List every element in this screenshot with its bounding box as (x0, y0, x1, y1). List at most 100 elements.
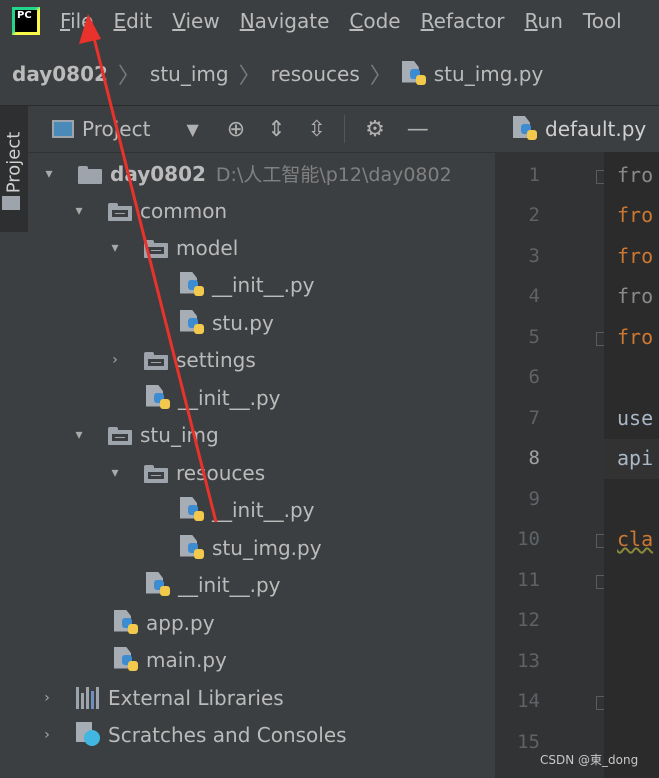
chevron-right-icon[interactable]: › (36, 690, 58, 706)
hide-icon[interactable]: — (407, 117, 429, 142)
line-number: 2 (528, 204, 540, 226)
line-number: 5 (528, 326, 540, 348)
menu-bar: PC File Edit View Navigate Code Refactor… (0, 0, 659, 42)
tree-item-common[interactable]: ▾ common (68, 192, 227, 229)
python-file-icon (401, 60, 428, 87)
expand-all-icon[interactable]: ⇕ (267, 117, 285, 142)
tree-item-app-py[interactable]: app.py (114, 604, 215, 641)
watermark: CSDN @東_dong (540, 753, 639, 767)
tree-item-label: stu_img (140, 422, 219, 447)
tree-item-label: Scratches and Consoles (108, 722, 347, 747)
tree-item-stu-img[interactable]: ▾ stu_img (68, 416, 219, 453)
tree-item-stu-img-py[interactable]: stu_img.py (180, 529, 322, 566)
breadcrumb-file-label: stu_img.py (433, 61, 544, 86)
locate-icon[interactable]: ⊕ (227, 117, 245, 142)
tree-item-settings[interactable]: › settings (104, 341, 256, 378)
chevron-down-icon[interactable]: ▾ (68, 427, 90, 443)
chevron-down-icon[interactable]: ▾ (104, 465, 126, 481)
package-folder-icon (108, 425, 134, 445)
project-panel: Project ▼ ⊕ ⇕ ⇳ ⚙ — ▾ day0802 D:\人工智能\p1… (28, 106, 495, 778)
line-number: 4 (528, 285, 540, 307)
package-folder-icon (144, 238, 170, 258)
tree-item-scratches[interactable]: › Scratches and Consoles (36, 716, 347, 753)
editor-tab-label: default.py (545, 117, 647, 141)
tree-item-label: common (140, 198, 228, 223)
menu-code[interactable]: Code (349, 9, 400, 33)
editor-tab-default-py[interactable]: default.py (513, 116, 646, 142)
line-number: 6 (528, 366, 540, 388)
scratches-icon (76, 721, 102, 748)
line-number: 11 (517, 569, 540, 591)
collapse-all-icon[interactable]: ⇳ (308, 117, 326, 142)
editor-tab-bar: default.py (495, 106, 659, 153)
line-number: 14 (517, 690, 540, 712)
breadcrumb-item-resouces[interactable]: resouces (271, 62, 360, 86)
toolbar-divider (344, 115, 346, 143)
python-file-icon (180, 534, 206, 561)
tree-item-label: stu_img.py (212, 535, 322, 560)
menu-refactor[interactable]: Refactor (421, 9, 505, 33)
chevron-right-icon[interactable]: › (36, 727, 58, 743)
line-number: 7 (528, 407, 540, 429)
project-panel-title: Project (82, 117, 151, 141)
tree-item-stu-py[interactable]: stu.py (180, 304, 274, 341)
tree-item-root[interactable]: ▾ day0802 D:\人工智能\p12\day0802 (38, 155, 451, 192)
tree-item-resouces[interactable]: ▾ resouces (104, 454, 265, 491)
chevron-down-icon[interactable]: ▾ (68, 203, 90, 219)
python-file-icon (180, 496, 206, 523)
python-file-icon (146, 571, 172, 598)
tree-item-label: __init__.py (212, 497, 315, 522)
breadcrumb-item-day0802[interactable]: day0802 (12, 62, 108, 86)
code-line-7: use (617, 406, 654, 430)
line-number: 13 (517, 650, 540, 672)
tree-item-common-init[interactable]: __init__.py (146, 379, 281, 416)
code-line-10: cla (617, 527, 654, 551)
line-number: 12 (517, 609, 540, 631)
python-file-icon (180, 271, 206, 298)
tree-item-label: model (176, 235, 239, 260)
folder-icon (2, 196, 20, 210)
chevron-right-icon[interactable]: › (104, 352, 126, 368)
code-line-1: fro (617, 163, 654, 187)
tree-item-stu-img-init[interactable]: __init__.py (146, 566, 281, 603)
folder-icon (78, 164, 104, 184)
tree-item-model-init[interactable]: __init__.py (180, 266, 315, 303)
library-icon (76, 686, 102, 709)
menu-tools[interactable]: Tool (583, 9, 622, 33)
line-number: 9 (528, 488, 540, 510)
project-view-icon (52, 120, 74, 138)
menu-edit[interactable]: Edit (113, 9, 152, 33)
breadcrumb-item-stu-img-py[interactable]: stu_img.py (401, 60, 544, 87)
breadcrumb-item-stu-img[interactable]: stu_img (150, 62, 229, 86)
menu-view[interactable]: View (172, 9, 219, 33)
tree-item-label: resouces (176, 460, 266, 485)
tree-item-label: External Libraries (108, 685, 284, 710)
tree-item-resouces-init[interactable]: __init__.py (180, 491, 315, 528)
tree-item-label: __init__.py (178, 385, 281, 410)
chevron-down-icon[interactable]: ▾ (104, 240, 126, 256)
code-line-5: fro (617, 325, 654, 349)
breadcrumb-separator: 〉 (369, 63, 392, 89)
gear-icon[interactable]: ⚙ (365, 117, 385, 142)
package-folder-icon (108, 201, 134, 221)
tree-item-label: day0802 (110, 161, 206, 186)
tree-item-external-libraries[interactable]: › External Libraries (36, 679, 284, 716)
dropdown-icon[interactable]: ▼ (186, 120, 198, 139)
breadcrumb-separator: 〉 (117, 63, 140, 89)
tree-item-label: __init__.py (212, 272, 315, 297)
tree-item-label: stu.py (212, 310, 274, 335)
menu-run[interactable]: Run (525, 9, 563, 33)
code-line-8: api (617, 446, 654, 470)
tree-item-label: app.py (146, 610, 215, 635)
tree-item-main-py[interactable]: main.py (114, 641, 227, 678)
python-file-icon (513, 116, 539, 142)
menu-file[interactable]: File (60, 9, 93, 33)
tree-item-model[interactable]: ▾ model (104, 229, 238, 266)
line-number: 3 (528, 245, 540, 267)
python-file-icon (114, 646, 140, 673)
menu-navigate[interactable]: Navigate (240, 9, 330, 33)
chevron-down-icon[interactable]: ▾ (38, 166, 60, 182)
python-file-icon (180, 309, 206, 336)
tree-item-label: main.py (146, 647, 227, 672)
pycharm-logo-icon: PC (12, 7, 40, 35)
